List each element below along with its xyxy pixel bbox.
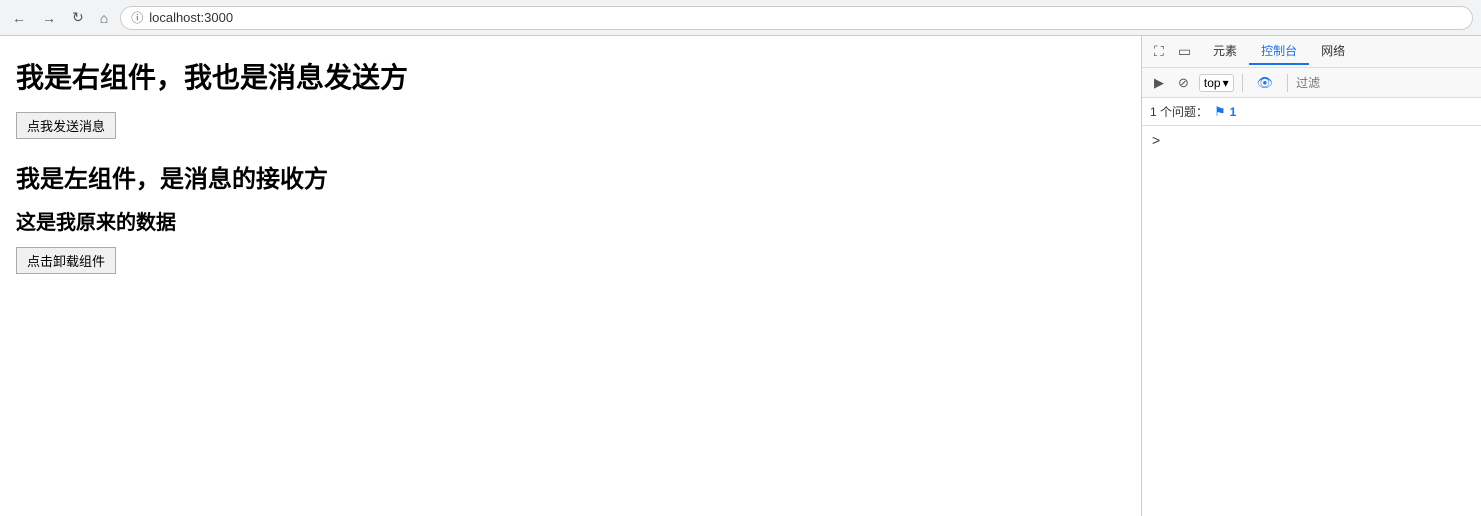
back-button[interactable]: ← (8, 8, 30, 28)
data-label: 这是我原来的数据 (16, 206, 1125, 235)
device-icon: ▭ (1178, 43, 1191, 59)
filter-input[interactable] (1296, 76, 1473, 90)
devtools-panel: ⛶ ▭ 元素 控制台 网络 ▶ ⊘ top ▾ (1141, 36, 1481, 516)
unload-component-button[interactable]: 点击卸载组件 (16, 247, 116, 274)
issues-label: 1 个问题： (1150, 103, 1208, 120)
web-content: 我是右组件，我也是消息发送方 点我发送消息 我是左组件，是消息的接收方 这是我原… (0, 36, 1141, 516)
play-icon-button[interactable]: ▶ (1150, 73, 1168, 93)
top-context-select[interactable]: top ▾ (1199, 74, 1234, 92)
issues-badge[interactable]: ⚑ 1 (1214, 104, 1236, 120)
eye-icon-button[interactable]: 👁 (1251, 73, 1280, 93)
home-button[interactable]: ⌂ (96, 8, 112, 28)
forward-button[interactable]: → (38, 8, 60, 28)
main-layout: 我是右组件，我也是消息发送方 点我发送消息 我是左组件，是消息的接收方 这是我原… (0, 36, 1481, 516)
address-bar[interactable]: ⓘ localhost:3000 (120, 6, 1473, 30)
right-component-title: 我是右组件，我也是消息发送方 (16, 56, 1125, 96)
cursor-icon: ⛶ (1154, 43, 1164, 59)
tab-elements[interactable]: 元素 (1201, 38, 1249, 65)
reload-button[interactable]: ↻ (68, 7, 88, 28)
info-icon: ⓘ (131, 9, 143, 26)
separator2 (1287, 74, 1288, 92)
separator (1242, 74, 1243, 92)
devtools-toolbar: ⛶ ▭ 元素 控制台 网络 (1142, 36, 1481, 68)
devtools-subtoolbar: ▶ ⊘ top ▾ 👁 (1142, 68, 1481, 98)
device-icon-button[interactable]: ▭ (1174, 41, 1195, 62)
play-icon: ▶ (1154, 75, 1164, 90)
devtools-tabs: 元素 控制台 网络 (1201, 37, 1473, 67)
eye-icon: 👁 (1257, 75, 1274, 90)
chevron-down-icon: ▾ (1223, 76, 1229, 90)
issues-bar: 1 个问题： ⚑ 1 (1142, 98, 1481, 126)
tab-network[interactable]: 网络 (1309, 38, 1357, 65)
left-component-title: 我是左组件，是消息的接收方 (16, 159, 1125, 194)
ban-icon-button[interactable]: ⊘ (1174, 73, 1193, 93)
issues-count: 1 (1230, 105, 1237, 119)
url-text: localhost:3000 (149, 10, 233, 25)
browser-chrome: ← → ↻ ⌂ ⓘ localhost:3000 (0, 0, 1481, 36)
top-label: top (1204, 76, 1221, 90)
tab-console[interactable]: 控制台 (1249, 38, 1309, 65)
cursor-icon-button[interactable]: ⛶ (1150, 41, 1168, 62)
send-message-button[interactable]: 点我发送消息 (16, 112, 116, 139)
ban-icon: ⊘ (1178, 75, 1189, 90)
issues-flag-icon: ⚑ (1214, 104, 1226, 120)
console-expand-arrow[interactable]: > (1150, 130, 1162, 150)
devtools-content: > (1142, 126, 1481, 516)
